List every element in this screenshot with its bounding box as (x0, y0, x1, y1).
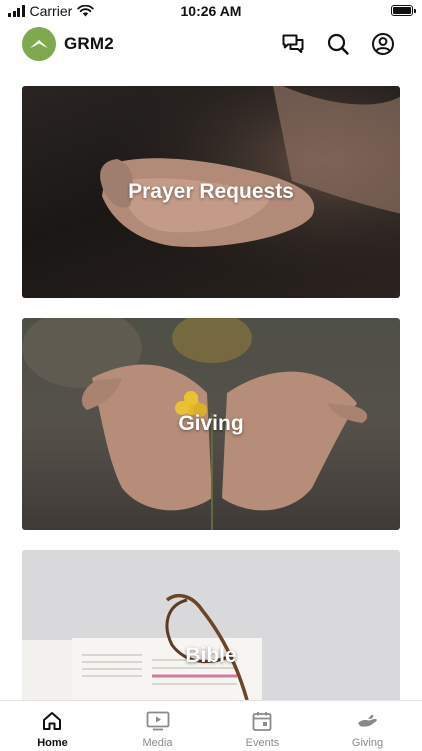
search-icon[interactable] (325, 31, 351, 57)
home-icon (43, 712, 61, 730)
status-time: 10:26 AM (180, 3, 242, 19)
battery-icon (391, 5, 416, 16)
tab-media[interactable]: Media (105, 701, 210, 751)
app-header: GRM2 (0, 22, 422, 66)
app-title: GRM2 (64, 34, 114, 53)
tab-giving-label: Giving (351, 737, 384, 749)
media-icon (146, 711, 170, 731)
account-icon[interactable] (370, 31, 396, 57)
tab-events[interactable]: Events (210, 701, 315, 751)
status-bar: Carrier 10:26 AM (0, 0, 422, 22)
logo-mountain-icon (30, 40, 48, 48)
tab-events-label: Events (245, 737, 280, 749)
tab-home-label: Home (37, 737, 68, 749)
tab-giving[interactable]: Giving (315, 701, 420, 751)
tab-home[interactable]: Home (0, 701, 105, 751)
prayer-requests-card[interactable]: Prayer Requests (22, 86, 400, 298)
tab-bar: Home Media Events Giving (0, 700, 422, 751)
giving-card[interactable]: Giving (22, 318, 400, 530)
prayer-requests-label: Prayer Requests (128, 180, 294, 203)
app-logo (22, 27, 56, 61)
bible-label: Bible (185, 644, 237, 667)
bible-glasses-image (22, 593, 262, 700)
bible-card[interactable]: Bible (22, 550, 400, 700)
giving-label: Giving (178, 412, 244, 435)
tab-media-label: Media (142, 737, 173, 749)
calendar-icon (252, 712, 272, 731)
chat-icon[interactable] (280, 31, 306, 57)
giving-icon (358, 714, 377, 727)
